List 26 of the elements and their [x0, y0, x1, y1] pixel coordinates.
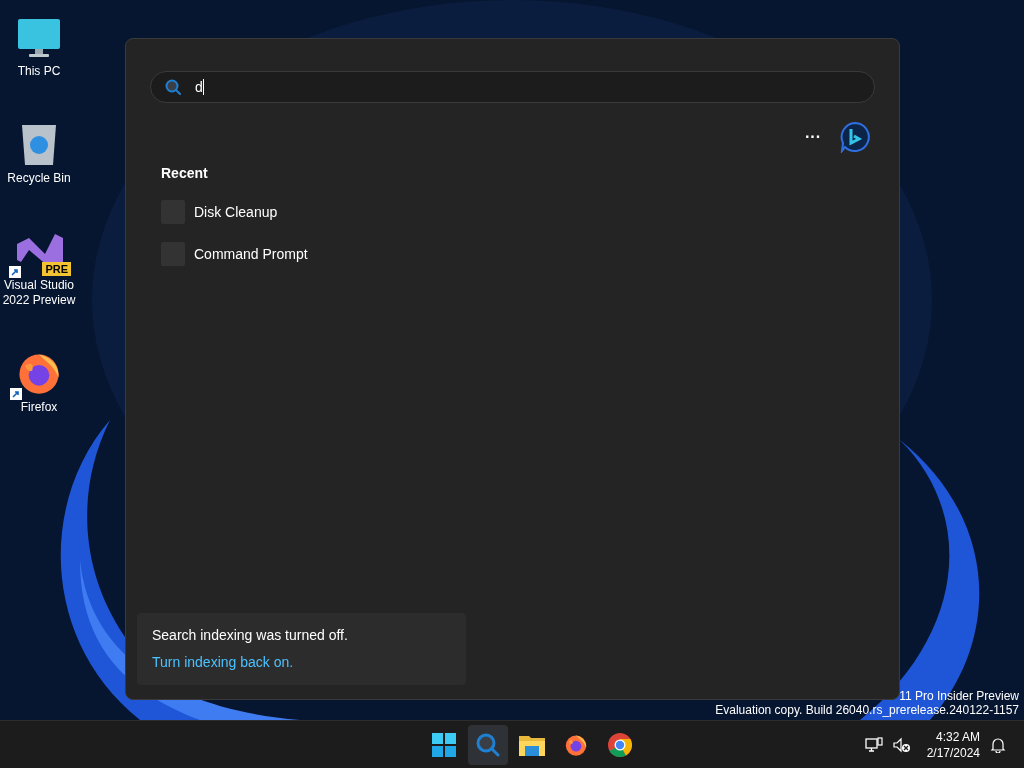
desktop-icon-label[interactable]: Recycle Bin	[7, 171, 71, 186]
desktop-icon-label[interactable]: Visual Studio 2022 Preview	[0, 278, 78, 308]
recent-item[interactable]: Command Prompt	[161, 240, 875, 268]
desktop-icon-label[interactable]: Firefox	[20, 400, 58, 415]
turn-on-indexing-link[interactable]: Turn indexing back on.	[152, 652, 451, 673]
search-icon	[476, 732, 501, 757]
more-button[interactable]: ···	[805, 125, 821, 149]
muted-speaker-icon[interactable]	[892, 736, 911, 753]
folder-icon	[519, 733, 546, 756]
chat-bubble-icon[interactable]	[839, 121, 871, 153]
chrome-icon	[608, 732, 633, 757]
recycle-bin-icon	[20, 123, 58, 167]
desktop-icon-label[interactable]: This PC	[17, 64, 61, 79]
search-field[interactable]: d	[150, 71, 875, 103]
clock-date[interactable]: 2/17/2024	[926, 744, 980, 761]
section-heading: Recent	[161, 164, 209, 183]
search-icon	[165, 79, 181, 95]
notification-bell-icon[interactable]	[990, 736, 1006, 753]
notice-text: Search indexing was turned off.	[152, 626, 349, 645]
network-icon[interactable]	[864, 736, 883, 753]
recent-item[interactable]: Disk Cleanup	[161, 198, 875, 226]
preview-badge: PRE	[42, 262, 71, 276]
clock-time[interactable]: 4:32 AM	[936, 728, 980, 745]
windows-logo-icon	[432, 732, 457, 757]
monitor-icon	[17, 18, 61, 60]
firefox-icon	[564, 732, 589, 757]
